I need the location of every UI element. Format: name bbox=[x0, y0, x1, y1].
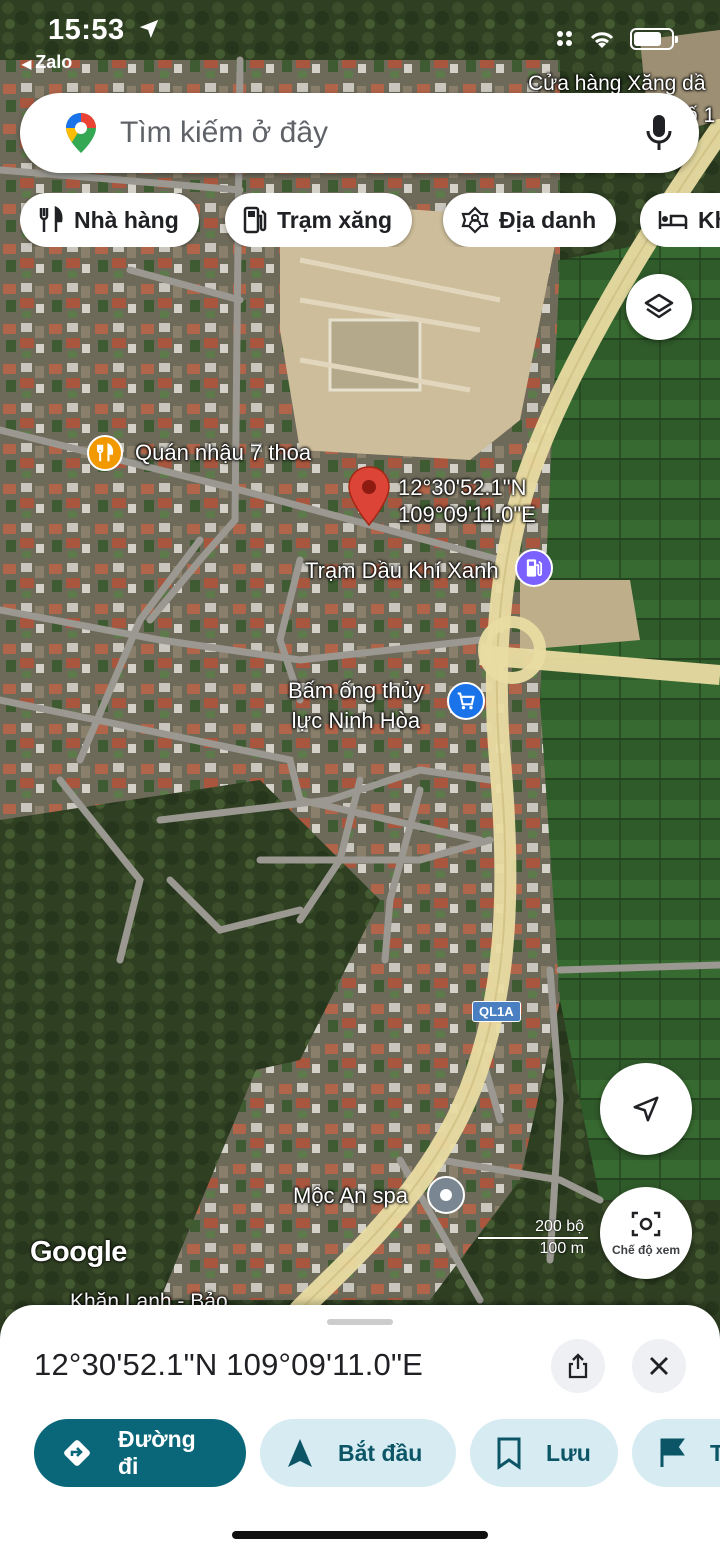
chip-label: Trạm xăng bbox=[277, 206, 393, 233]
bed-icon bbox=[658, 211, 688, 229]
shop-label-line2: lực Ninh Hòa bbox=[291, 708, 421, 733]
status-icons bbox=[556, 28, 678, 50]
shop-pin[interactable] bbox=[447, 682, 485, 720]
start-label: Bắt đầu bbox=[338, 1439, 423, 1466]
status-bar: 15:53 ◀ Zalo bbox=[0, 0, 720, 80]
spa-label[interactable]: Mộc An spa bbox=[293, 1183, 408, 1209]
restaurant-label[interactable]: Quán nhậu 7 thoa bbox=[135, 440, 311, 466]
wifi-icon bbox=[590, 32, 614, 48]
back-triangle-icon: ◀ bbox=[22, 57, 32, 71]
gas-station-pin[interactable] bbox=[515, 549, 553, 587]
share-button[interactable] bbox=[551, 1339, 605, 1393]
view-mode-button[interactable]: Chế độ xem bbox=[600, 1187, 692, 1279]
scale-metric: 100 m bbox=[539, 1240, 584, 1257]
gas-station-label[interactable]: Trạm Dầu Khí Xanh bbox=[305, 558, 499, 584]
my-location-button[interactable] bbox=[600, 1063, 692, 1155]
route-button[interactable]: Tuyến bbox=[632, 1419, 720, 1487]
sheet-drag-handle[interactable] bbox=[327, 1319, 393, 1325]
microphone-icon[interactable] bbox=[645, 113, 673, 153]
road-shield-ql1a: QL1A bbox=[472, 1001, 521, 1022]
route-label: Tuyến bbox=[710, 1439, 720, 1466]
google-attribution: Google bbox=[30, 1236, 127, 1268]
chip-landmarks[interactable]: Địa danh bbox=[443, 193, 617, 247]
location-arrow-icon bbox=[139, 19, 159, 39]
layers-icon bbox=[644, 293, 674, 319]
gas-pump-icon bbox=[243, 206, 267, 234]
chip-hotels[interactable]: Khách sạn bbox=[640, 193, 720, 247]
landmark-icon bbox=[461, 206, 489, 234]
battery-icon bbox=[630, 28, 678, 50]
close-icon bbox=[650, 1357, 668, 1375]
pin-latitude: 12°30'52.1"N bbox=[398, 475, 527, 500]
map-layers-button[interactable] bbox=[626, 274, 692, 340]
back-app-label: Zalo bbox=[35, 52, 73, 72]
chip-restaurants[interactable]: Nhà hàng bbox=[20, 193, 199, 247]
chip-label: Khách sạn bbox=[698, 206, 720, 233]
home-indicator[interactable] bbox=[232, 1531, 488, 1539]
fork-knife-icon bbox=[39, 206, 63, 232]
save-button[interactable]: Lưu bbox=[470, 1419, 618, 1487]
scale-imperial: 200 bộ bbox=[535, 1218, 584, 1235]
shopping-cart-icon bbox=[457, 692, 475, 710]
spa-pin[interactable] bbox=[427, 1176, 465, 1214]
save-label: Lưu bbox=[546, 1439, 591, 1466]
search-input[interactable] bbox=[120, 111, 620, 155]
flag-icon bbox=[660, 1438, 685, 1467]
directions-label: Đường đi bbox=[118, 1426, 196, 1479]
directions-icon bbox=[64, 1440, 90, 1466]
shop-label[interactable]: Bấm ống thủy lực Ninh Hòa bbox=[288, 676, 424, 736]
fuel-store-line1: Cửa hàng Xăng dầ bbox=[528, 72, 706, 95]
back-to-app-button[interactable]: ◀ Zalo bbox=[22, 52, 72, 73]
search-bar[interactable] bbox=[20, 93, 699, 173]
gas-pump-icon bbox=[526, 559, 543, 577]
sheet-coordinates-title: 12°30'52.1"N 109°09'11.0"E bbox=[34, 1347, 424, 1382]
dropped-pin-label: 12°30'52.1"N 109°09'11.0"E bbox=[398, 474, 536, 528]
view-mode-label: Chế độ xem bbox=[611, 1243, 680, 1257]
chip-label: Địa danh bbox=[499, 206, 597, 233]
navigation-arrow-icon bbox=[633, 1096, 659, 1122]
navigation-arrow-icon bbox=[288, 1439, 312, 1467]
location-dot-icon bbox=[440, 1189, 452, 1201]
signal-icon bbox=[557, 31, 572, 46]
share-icon bbox=[568, 1353, 588, 1379]
restaurant-pin[interactable] bbox=[87, 435, 123, 471]
chip-label: Nhà hàng bbox=[74, 206, 179, 233]
close-button[interactable] bbox=[632, 1339, 686, 1393]
place-bottom-sheet: 12°30'52.1"N 109°09'11.0"E Đường đi Bắt … bbox=[0, 1305, 720, 1557]
shop-label-line1: Bấm ống thủy bbox=[288, 678, 424, 703]
chip-gas-stations[interactable]: Trạm xăng bbox=[225, 193, 413, 247]
status-time: 15:53 bbox=[48, 14, 125, 46]
pin-longitude: 109°09'11.0"E bbox=[398, 502, 536, 527]
map-scale: 200 bộ 100 m bbox=[478, 1218, 588, 1258]
sheet-action-buttons: Đường đi Bắt đầu Lưu Tuyến bbox=[0, 1419, 720, 1487]
category-chips: Nhà hàng Trạm xăng Địa danh Khách sạn bbox=[20, 193, 720, 247]
bookmark-icon bbox=[497, 1437, 521, 1470]
google-maps-logo-icon bbox=[66, 113, 96, 153]
start-button[interactable]: Bắt đầu bbox=[260, 1419, 456, 1487]
dropped-pin-marker[interactable] bbox=[346, 465, 392, 527]
fork-knife-icon bbox=[97, 443, 114, 462]
directions-button[interactable]: Đường đi bbox=[34, 1419, 246, 1487]
camera-scan-icon bbox=[631, 1211, 661, 1237]
